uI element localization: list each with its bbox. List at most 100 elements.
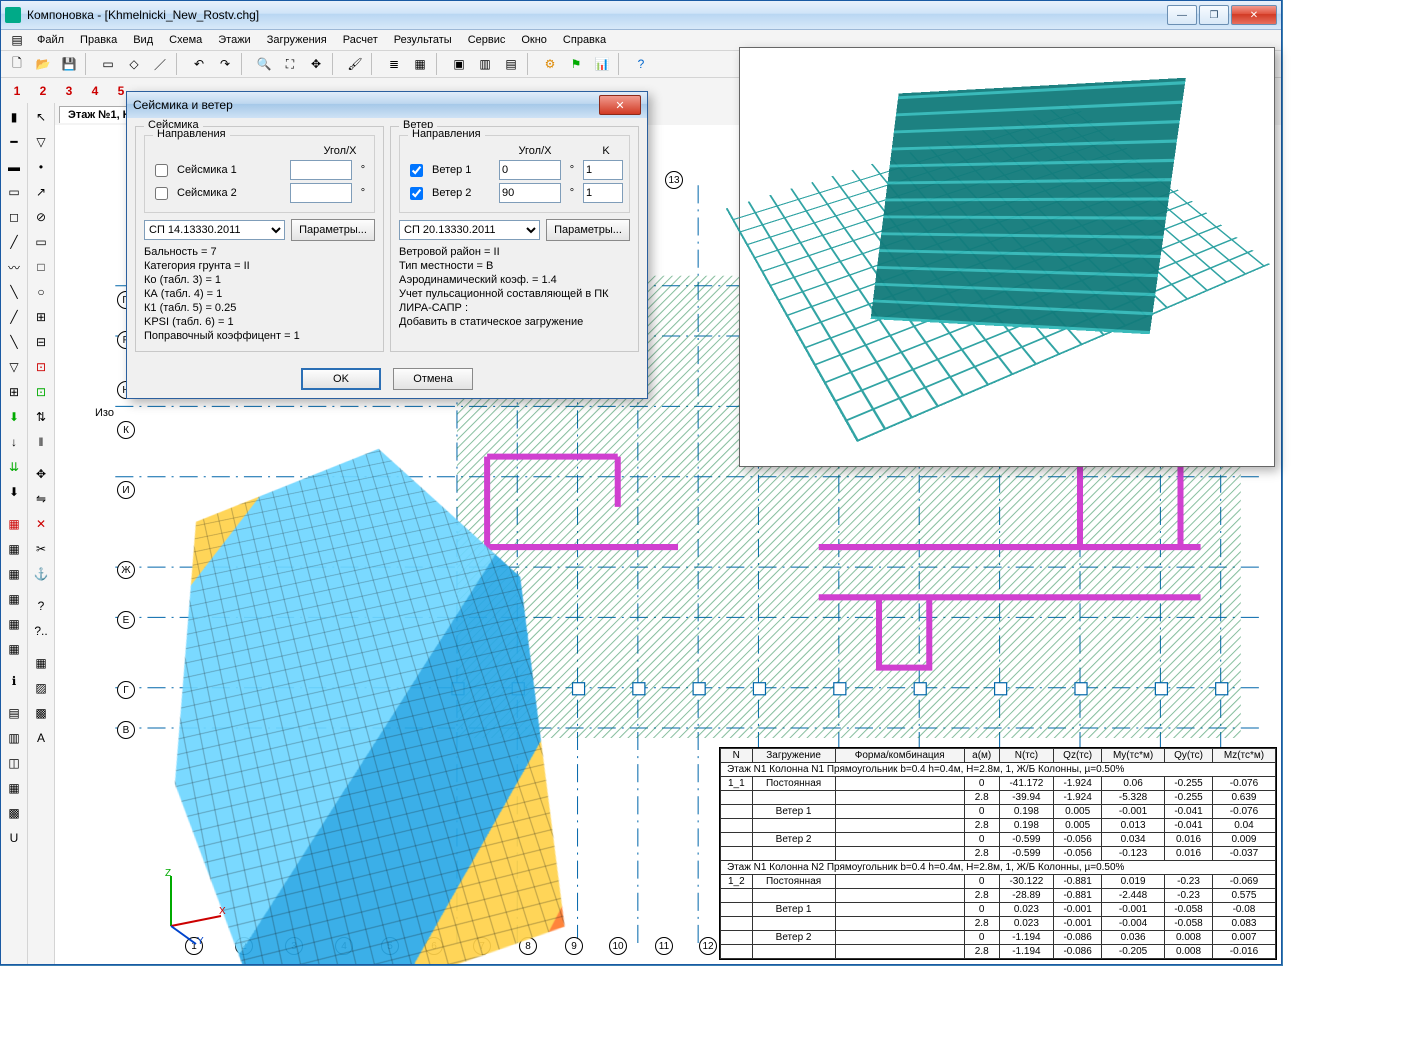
refresh-icon[interactable]: 🖌 bbox=[343, 52, 367, 76]
mode3-icon[interactable]: ▦ bbox=[2, 562, 26, 586]
seismic-2-checkbox[interactable] bbox=[155, 187, 168, 200]
preview-3d-window[interactable] bbox=[739, 47, 1275, 467]
zigzag-icon[interactable]: 〰 bbox=[2, 255, 26, 279]
menu-file[interactable]: Файл bbox=[29, 32, 72, 48]
res4-icon[interactable]: ▦ bbox=[2, 776, 26, 800]
grid2-icon[interactable]: ⊞ bbox=[29, 305, 53, 329]
menu-help[interactable]: Справка bbox=[555, 32, 614, 48]
tab-1[interactable]: 1 bbox=[5, 79, 29, 103]
tab-4[interactable]: 4 bbox=[83, 79, 107, 103]
dialog-titlebar[interactable]: Сейсмика и ветер ✕ bbox=[127, 92, 647, 118]
run-icon[interactable]: ⚙ bbox=[538, 52, 562, 76]
wind-code-select[interactable]: СП 20.13330.2011 bbox=[399, 220, 540, 240]
grid-icon[interactable]: ▦ bbox=[408, 52, 432, 76]
load3-icon[interactable]: ⬇ bbox=[2, 480, 26, 504]
open-icon[interactable]: 📂 bbox=[31, 52, 55, 76]
green1-icon[interactable]: ⊡ bbox=[29, 380, 53, 404]
opening-icon[interactable]: ◻ bbox=[2, 205, 26, 229]
res3-icon[interactable]: ◫ bbox=[2, 751, 26, 775]
minimize-button[interactable]: — bbox=[1167, 5, 1197, 25]
wind-2-k-input[interactable] bbox=[583, 183, 623, 203]
slab-icon[interactable]: ▭ bbox=[2, 180, 26, 204]
tab-3[interactable]: 3 bbox=[57, 79, 81, 103]
layers-icon[interactable]: ≣ bbox=[382, 52, 406, 76]
dot-icon[interactable]: ○ bbox=[29, 280, 53, 304]
seismic-1-checkbox[interactable] bbox=[155, 164, 168, 177]
app-menu-icon[interactable]: ▤ bbox=[5, 28, 29, 52]
node-icon[interactable]: • bbox=[29, 155, 53, 179]
menu-results[interactable]: Результаты bbox=[386, 32, 460, 48]
mode4-icon[interactable]: ▦ bbox=[2, 587, 26, 611]
line-icon[interactable]: ╱ bbox=[2, 230, 26, 254]
select-rect-icon[interactable]: ▭ bbox=[96, 52, 120, 76]
seismic-2-angle-input[interactable] bbox=[290, 183, 352, 203]
save-icon[interactable]: 💾 bbox=[57, 52, 81, 76]
menu-window[interactable]: Окно bbox=[513, 32, 555, 48]
delete-icon[interactable]: ✕ bbox=[29, 512, 53, 536]
wind-1-checkbox[interactable] bbox=[410, 164, 423, 177]
new-icon[interactable]: 🗋 bbox=[5, 52, 29, 76]
hide-icon[interactable]: ⊘ bbox=[29, 205, 53, 229]
bars-icon[interactable]: ‖ bbox=[29, 430, 53, 454]
mode1-icon[interactable]: ▦ bbox=[2, 512, 26, 536]
support-icon[interactable]: ▽ bbox=[2, 355, 26, 379]
dialog-close-button[interactable]: ✕ bbox=[599, 95, 641, 115]
move-icon[interactable]: ✥ bbox=[29, 462, 53, 486]
sq-icon[interactable]: □ bbox=[29, 255, 53, 279]
line3-icon[interactable]: ╱ bbox=[2, 305, 26, 329]
wind-params-button[interactable]: Параметры... bbox=[546, 219, 630, 241]
menu-scheme[interactable]: Схема bbox=[161, 32, 210, 48]
mode2-icon[interactable]: ▦ bbox=[2, 537, 26, 561]
tool-c-icon[interactable]: ▤ bbox=[499, 52, 523, 76]
res2-icon[interactable]: ▥ bbox=[2, 726, 26, 750]
arrows-icon[interactable]: ⇅ bbox=[29, 405, 53, 429]
query2-icon[interactable]: ?.. bbox=[29, 619, 53, 643]
undo-icon[interactable]: ↶ bbox=[187, 52, 211, 76]
tool-a-icon[interactable]: ▣ bbox=[447, 52, 471, 76]
query-icon[interactable]: ? bbox=[29, 594, 53, 618]
view1-icon[interactable]: ▦ bbox=[29, 651, 53, 675]
wall-icon[interactable]: ▬ bbox=[2, 155, 26, 179]
menu-loads[interactable]: Загружения bbox=[259, 32, 335, 48]
menu-view[interactable]: Вид bbox=[125, 32, 161, 48]
seismic-params-button[interactable]: Параметры... bbox=[291, 219, 375, 241]
menu-edit[interactable]: Правка bbox=[72, 32, 125, 48]
view4-icon[interactable]: A bbox=[29, 726, 53, 750]
pile-icon[interactable]: ⬇ bbox=[2, 405, 26, 429]
zoom-window-icon[interactable]: 🔍 bbox=[252, 52, 276, 76]
wind-2-angle-input[interactable] bbox=[499, 183, 561, 203]
wind-2-checkbox[interactable] bbox=[410, 187, 423, 200]
rect-icon[interactable]: ▭ bbox=[29, 230, 53, 254]
redo-icon[interactable]: ↷ bbox=[213, 52, 237, 76]
cursor-icon[interactable]: ↖ bbox=[29, 105, 53, 129]
anchor-icon[interactable]: ⚓ bbox=[29, 562, 53, 586]
mode5-icon[interactable]: ▦ bbox=[2, 612, 26, 636]
pan-icon[interactable]: ✥ bbox=[304, 52, 328, 76]
zoom-fit-icon[interactable]: ⛶ bbox=[278, 52, 302, 76]
menu-floors[interactable]: Этажи bbox=[210, 32, 258, 48]
mirror-icon[interactable]: ⇋ bbox=[29, 487, 53, 511]
view2-icon[interactable]: ▨ bbox=[29, 676, 53, 700]
help-icon[interactable]: ? bbox=[629, 52, 653, 76]
red1-icon[interactable]: ⊡ bbox=[29, 355, 53, 379]
beam-icon[interactable]: ━ bbox=[2, 130, 26, 154]
ok-button[interactable]: OK bbox=[301, 368, 381, 390]
res1-icon[interactable]: ▤ bbox=[2, 701, 26, 725]
close-button[interactable]: ✕ bbox=[1231, 5, 1277, 25]
chart-icon[interactable]: 📊 bbox=[590, 52, 614, 76]
tool-b-icon[interactable]: ▥ bbox=[473, 52, 497, 76]
line4-icon[interactable]: ╲ bbox=[2, 330, 26, 354]
arrow-icon[interactable]: ↗ bbox=[29, 180, 53, 204]
res5-icon[interactable]: ▩ bbox=[2, 801, 26, 825]
view3-icon[interactable]: ▩ bbox=[29, 701, 53, 725]
line2-icon[interactable]: ╲ bbox=[2, 280, 26, 304]
seismic-1-angle-input[interactable] bbox=[290, 160, 352, 180]
menu-calc[interactable]: Расчет bbox=[335, 32, 386, 48]
column-icon[interactable]: ▮ bbox=[2, 105, 26, 129]
cut-icon[interactable]: ✂ bbox=[29, 537, 53, 561]
filter-icon[interactable]: ▽ bbox=[29, 130, 53, 154]
cancel-button[interactable]: Отмена bbox=[393, 368, 473, 390]
grid3-icon[interactable]: ⊟ bbox=[29, 330, 53, 354]
mode6-icon[interactable]: ▦ bbox=[2, 637, 26, 661]
tab-2[interactable]: 2 bbox=[31, 79, 55, 103]
